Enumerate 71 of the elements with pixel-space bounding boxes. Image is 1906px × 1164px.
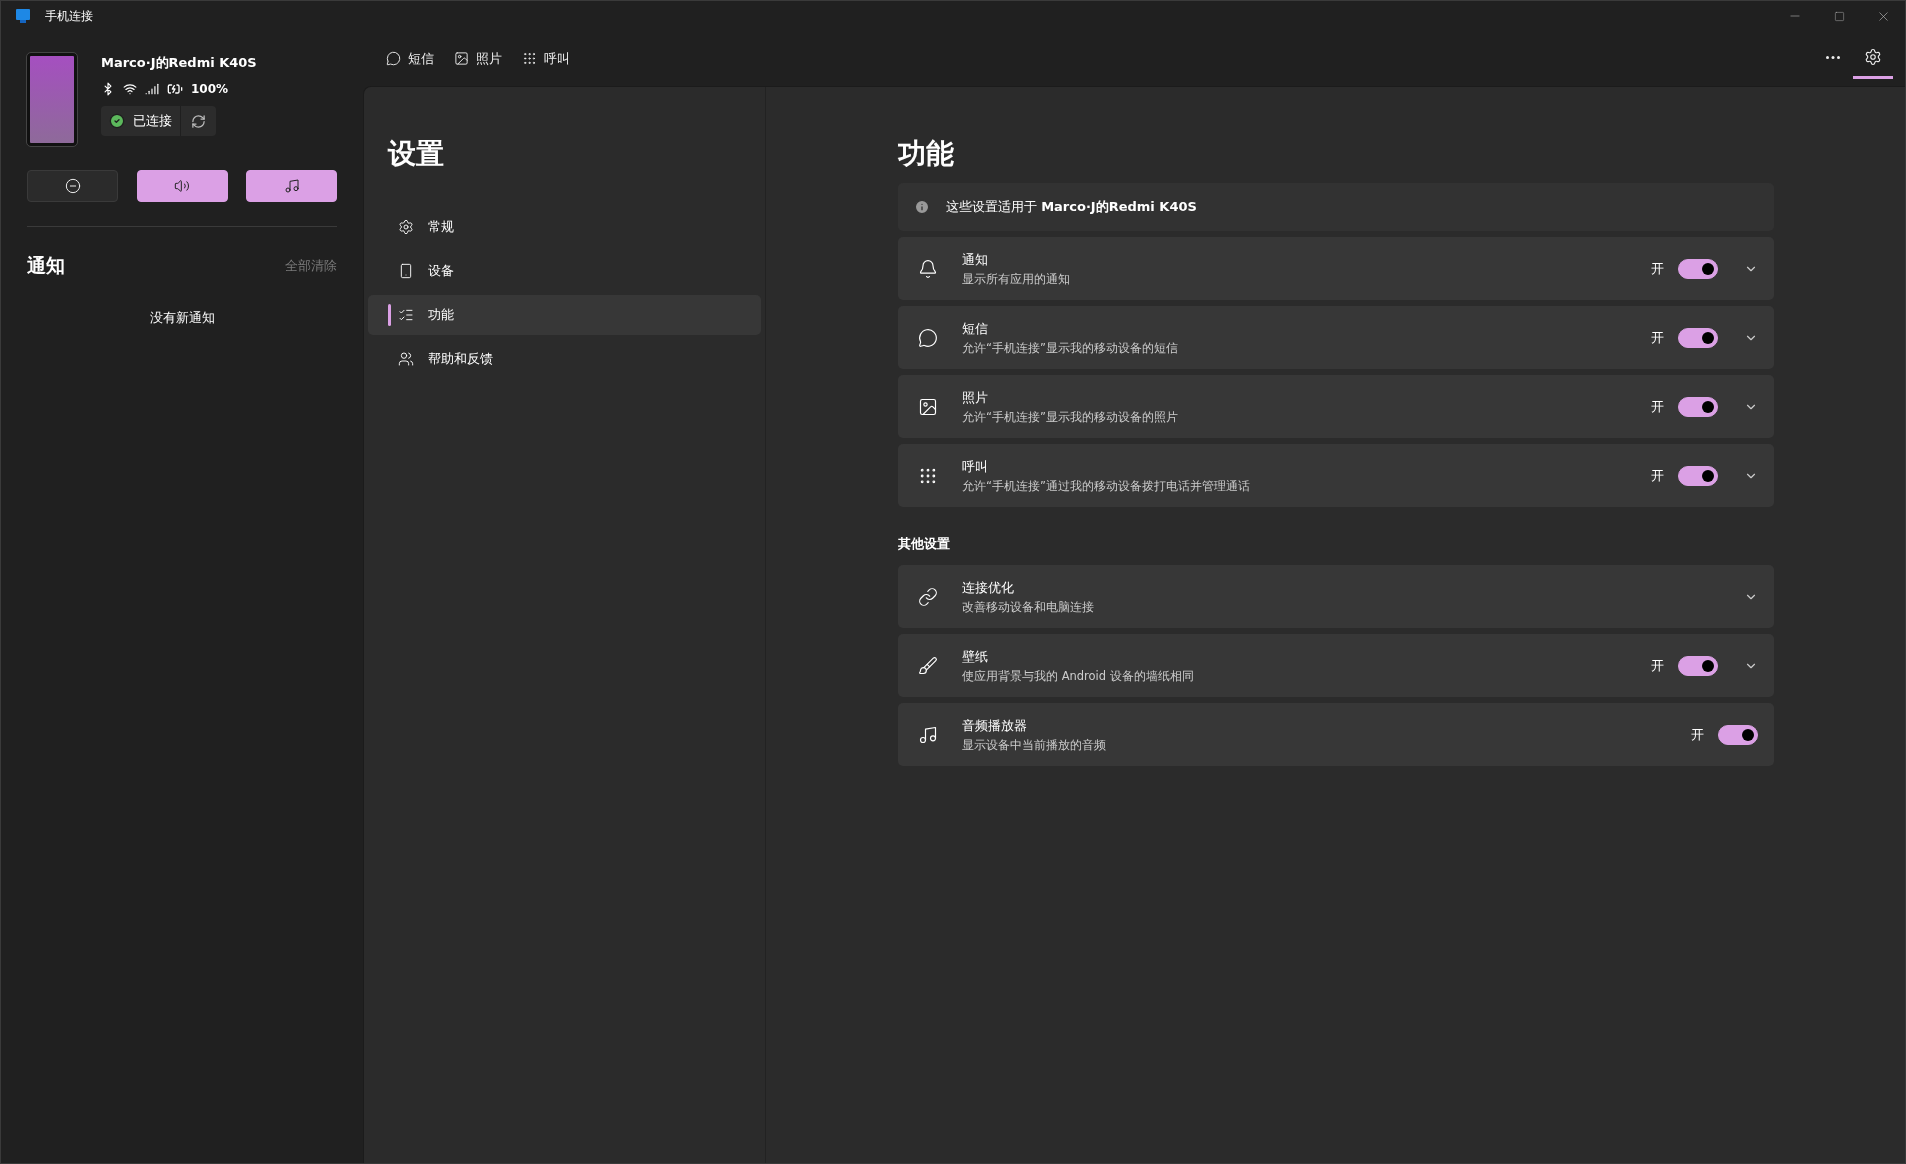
settings-icon <box>398 219 414 235</box>
feature-title: 音频播放器 <box>962 716 1028 735</box>
link-icon <box>918 586 938 607</box>
nav-tab[interactable]: 照片 <box>444 43 512 74</box>
toggle-label: 开 <box>1651 466 1664 485</box>
feature-title: 短信 <box>962 319 989 338</box>
battery-level: 100% <box>191 82 229 96</box>
empty-message: 没有新通知 <box>149 309 215 327</box>
image-icon <box>918 396 938 417</box>
maximize-icon <box>1833 10 1845 22</box>
page-heading: 功能 <box>898 136 955 172</box>
settings-nav-item[interactable]: 帮助和反馈 <box>368 339 761 379</box>
toggle-label: 开 <box>1691 725 1704 744</box>
battery-icon <box>167 81 183 97</box>
toggle-switch[interactable] <box>1678 327 1718 348</box>
music-icon <box>918 724 938 745</box>
signal-icon <box>145 82 159 96</box>
toggle-switch[interactable] <box>1678 465 1718 486</box>
toggle-switch[interactable] <box>1678 258 1718 279</box>
check-icon <box>109 113 125 129</box>
settings-nav-item[interactable]: 常规 <box>368 207 761 247</box>
volume-button[interactable] <box>136 170 228 202</box>
window-title: 手机连接 <box>45 7 93 25</box>
list-icon <box>398 307 414 323</box>
wifi-icon <box>123 82 137 96</box>
toggle-label: 开 <box>1651 397 1664 416</box>
feature-description: 使应用背景与我的 Android 设备的墙纸相同 <box>962 668 1195 684</box>
toggle-switch[interactable] <box>1718 724 1758 745</box>
dialpad-icon <box>522 51 537 66</box>
feature-description: 允许“手机连接”显示我的移动设备的短信 <box>962 340 1179 356</box>
feature-title: 呼叫 <box>962 457 989 476</box>
feature-title: 通知 <box>962 250 989 269</box>
feature-title: 照片 <box>962 388 989 407</box>
refresh-icon <box>190 113 206 129</box>
image-icon <box>454 51 469 66</box>
device-name: Marco·J的Redmi K40S <box>101 54 257 72</box>
settings-nav-item[interactable]: 设备 <box>368 251 761 291</box>
brush-icon <box>918 655 938 676</box>
music-icon <box>283 178 300 194</box>
toggle-label: 开 <box>1651 328 1664 347</box>
nav-tab[interactable]: 呼叫 <box>512 43 580 74</box>
chat-icon <box>386 51 401 66</box>
clear-all-button[interactable]: 全部清除 <box>285 257 337 275</box>
feature-description: 允许“手机连接”通过我的移动设备拨打电话并管理通话 <box>962 478 1251 494</box>
speaker-icon <box>174 178 190 194</box>
music-button[interactable] <box>246 170 337 202</box>
settings-nav-item[interactable]: 功能 <box>368 295 761 335</box>
feature-description: 显示设备中当前播放的音频 <box>962 737 1107 753</box>
toggle-label: 开 <box>1651 259 1664 278</box>
info-icon <box>914 199 930 215</box>
feature-description: 允许“手机连接”显示我的移动设备的照片 <box>962 409 1179 425</box>
feature-title: 连接优化 <box>962 578 1015 597</box>
toggle-switch[interactable] <box>1678 655 1718 676</box>
toggle-label: 开 <box>1651 656 1664 675</box>
section-heading: 其他设置 <box>898 535 951 553</box>
minus-circle-icon <box>64 178 81 194</box>
more-icon <box>1826 55 1840 59</box>
toggle-switch[interactable] <box>1678 396 1718 417</box>
status-text: 已连接 <box>133 112 172 130</box>
feature-title: 壁纸 <box>962 647 989 666</box>
feature-description: 显示所有应用的通知 <box>962 271 1071 287</box>
notifications-heading: 通知 <box>27 253 65 278</box>
settings-icon <box>1864 48 1882 66</box>
app-logo-icon <box>15 8 31 24</box>
chat-icon <box>918 327 938 348</box>
info-text: 这些设置适用于 Marco·J的Redmi K40S <box>946 198 1197 216</box>
nav-tab[interactable]: 短信 <box>376 43 444 74</box>
settings-heading: 设置 <box>388 136 445 172</box>
feature-description: 改善移动设备和电脑连接 <box>962 599 1095 615</box>
phone-icon <box>398 263 414 279</box>
bell-icon <box>918 258 938 279</box>
